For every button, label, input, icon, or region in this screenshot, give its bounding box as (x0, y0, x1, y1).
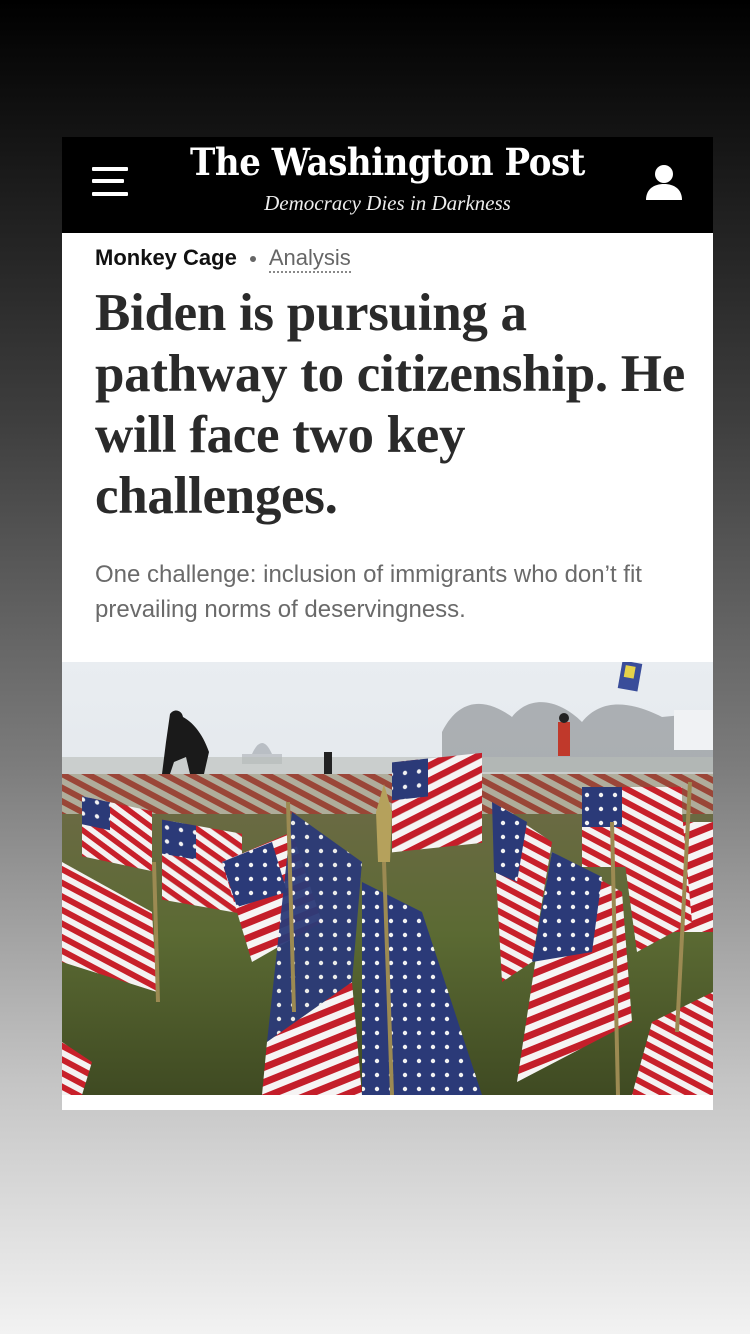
article-card: The Washington Post Democracy Dies in Da… (62, 137, 713, 1110)
masthead: The Washington Post Democracy Dies in Da… (62, 137, 713, 233)
article-headline: Biden is pursuing a pathway to citizensh… (95, 284, 685, 525)
site-logo[interactable]: The Washington Post (88, 139, 687, 185)
separator-dot (249, 255, 256, 262)
article-deck: One challenge: inclusion of immigrants w… (95, 561, 642, 623)
analysis-label[interactable]: Analysis (268, 245, 351, 273)
section-link[interactable]: Monkey Cage (95, 245, 237, 270)
article-kicker: Monkey Cage Analysis (95, 243, 351, 277)
lead-photo[interactable] (62, 662, 713, 1095)
site-tagline: Democracy Dies in Darkness (264, 191, 511, 215)
user-account-icon[interactable] (644, 163, 684, 201)
